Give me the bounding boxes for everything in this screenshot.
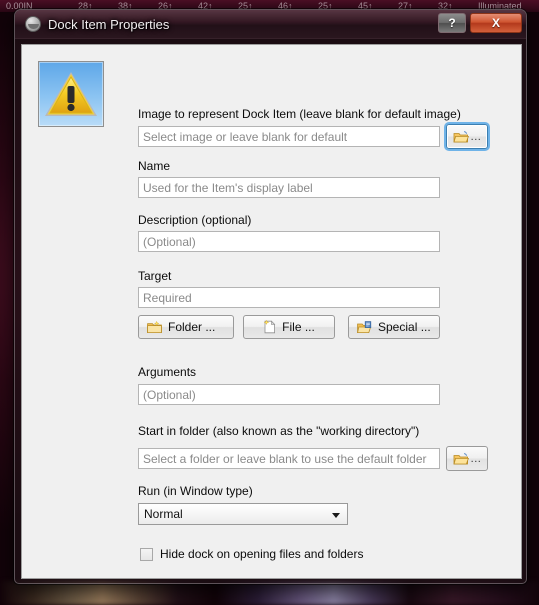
hide-dock-label: Hide dock on opening files and folders [160, 547, 364, 561]
arguments-field-label: Arguments [138, 365, 197, 379]
hide-dock-checkbox[interactable] [140, 547, 153, 561]
run-window-type-value: Normal [144, 507, 183, 521]
target-field-label: Target [138, 269, 172, 283]
description-field-label: Description (optional) [138, 213, 252, 227]
titlebar-help-button[interactable]: ? [438, 13, 466, 33]
target-file-button[interactable]: File ... [243, 315, 335, 339]
window-title: Dock Item Properties [48, 17, 170, 32]
dock-item-properties-window: Dock Item Properties ? X Image to repres… [14, 9, 527, 584]
desktop-wallpaper-band [0, 581, 539, 605]
arguments-input[interactable] [138, 384, 440, 405]
warning-triangle-icon [38, 61, 104, 127]
window-close-button[interactable]: X [470, 13, 522, 33]
target-file-label: File ... [282, 320, 315, 334]
image-input[interactable] [138, 126, 440, 147]
special-folder-icon [357, 320, 372, 333]
start-folder-browse-label: ... [470, 452, 482, 465]
target-folder-button[interactable]: Folder ... [138, 315, 234, 339]
window-titlebar[interactable]: Dock Item Properties ? X [15, 10, 526, 39]
target-special-label: Special ... [378, 320, 431, 334]
desktop-background: 0.00IN 28↑ 38↑ 26↑ 42↑ 25↑ 46↑ 25↑ 45↑ 2… [0, 0, 539, 605]
start-folder-browse-button[interactable]: ... [446, 446, 488, 471]
new-file-icon [263, 320, 276, 334]
open-folder-icon [453, 452, 469, 464]
dock-app-icon [25, 16, 41, 32]
target-special-button[interactable]: Special ... [348, 315, 440, 339]
image-browse-label: ... [470, 130, 482, 143]
name-input[interactable] [138, 177, 440, 198]
hide-dock-checkbox-row[interactable]: Hide dock on opening files and folders [140, 547, 363, 561]
open-folder-icon [453, 130, 469, 142]
dialog-client-area: Image to represent Dock Item (leave blan… [21, 44, 522, 579]
run-window-type-label: Run (in Window type) [138, 484, 253, 498]
new-folder-icon [147, 320, 162, 333]
target-input[interactable] [138, 287, 440, 308]
name-field-label: Name [138, 159, 171, 173]
target-folder-label: Folder ... [168, 320, 216, 334]
chevron-down-icon [332, 513, 340, 518]
image-browse-button[interactable]: ... [446, 124, 488, 149]
start-folder-field-label: Start in folder (also known as the "work… [138, 424, 420, 438]
description-input[interactable] [138, 231, 440, 252]
run-window-type-select[interactable]: Normal [138, 503, 348, 525]
start-folder-input[interactable] [138, 448, 440, 469]
image-field-label: Image to represent Dock Item (leave blan… [138, 107, 461, 121]
